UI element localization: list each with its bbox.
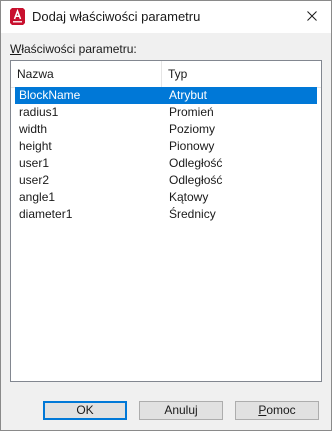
- list-item-name: user2: [19, 173, 50, 187]
- title-bar[interactable]: Dodaj właściwości parametru: [1, 1, 331, 33]
- list-item[interactable]: height Pionowy: [11, 138, 321, 155]
- list-item-name: diameter1: [19, 207, 73, 221]
- list-body: BlockName Atrybut radius1 Promień width Pozio…: [11, 87, 321, 223]
- list-item[interactable]: width Poziomy: [11, 121, 321, 138]
- label-mnemonic: W: [10, 42, 22, 56]
- list-item[interactable]: BlockName Atrybut: [15, 87, 317, 104]
- list-header: Nazwa Typ: [11, 61, 321, 88]
- dialog-window: Dodaj właściwości parametru Właściwości …: [0, 0, 332, 431]
- window-title: Dodaj właściwości parametru: [32, 9, 201, 24]
- list-item-name: height: [19, 139, 52, 153]
- parameter-properties-list[interactable]: Nazwa Typ BlockName Atrybut radius1 Promień…: [10, 60, 322, 382]
- list-item-type: Odległość: [169, 156, 223, 170]
- list-item[interactable]: diameter1 Średnicy: [11, 206, 321, 223]
- help-rest: omoc: [266, 403, 296, 417]
- list-item-type: Pionowy: [169, 139, 215, 153]
- list-item-type: Odległość: [169, 173, 223, 187]
- column-header-type[interactable]: Typ: [162, 61, 321, 87]
- list-item[interactable]: radius1 Promień: [11, 104, 321, 121]
- close-icon: [307, 11, 317, 21]
- help-button[interactable]: Pomoc: [235, 401, 319, 420]
- list-item-type: Kątowy: [169, 190, 209, 204]
- list-item-name: angle1: [19, 190, 56, 204]
- label-rest: łaściwości parametru:: [21, 42, 137, 56]
- list-item-type: Promień: [169, 105, 214, 119]
- cancel-button[interactable]: Anuluj: [139, 401, 223, 420]
- list-item[interactable]: user1 Odległość: [11, 155, 321, 172]
- autocad-app-icon: [10, 8, 25, 25]
- list-item-type: Poziomy: [169, 122, 216, 136]
- list-item-type: Atrybut: [169, 88, 208, 102]
- list-item[interactable]: angle1 Kątowy: [11, 189, 321, 206]
- properties-group-label: Właściwości parametru:: [10, 42, 137, 56]
- column-header-name[interactable]: Nazwa: [11, 61, 162, 87]
- list-item-name: width: [19, 122, 48, 136]
- list-item-name: user1: [19, 156, 50, 170]
- list-item-name: radius1: [19, 105, 59, 119]
- list-item-type: Średnicy: [169, 207, 216, 221]
- list-item-name: BlockName: [19, 88, 81, 102]
- close-button[interactable]: [301, 6, 323, 26]
- ok-button[interactable]: OK: [43, 401, 127, 420]
- list-item[interactable]: user2 Odległość: [11, 172, 321, 189]
